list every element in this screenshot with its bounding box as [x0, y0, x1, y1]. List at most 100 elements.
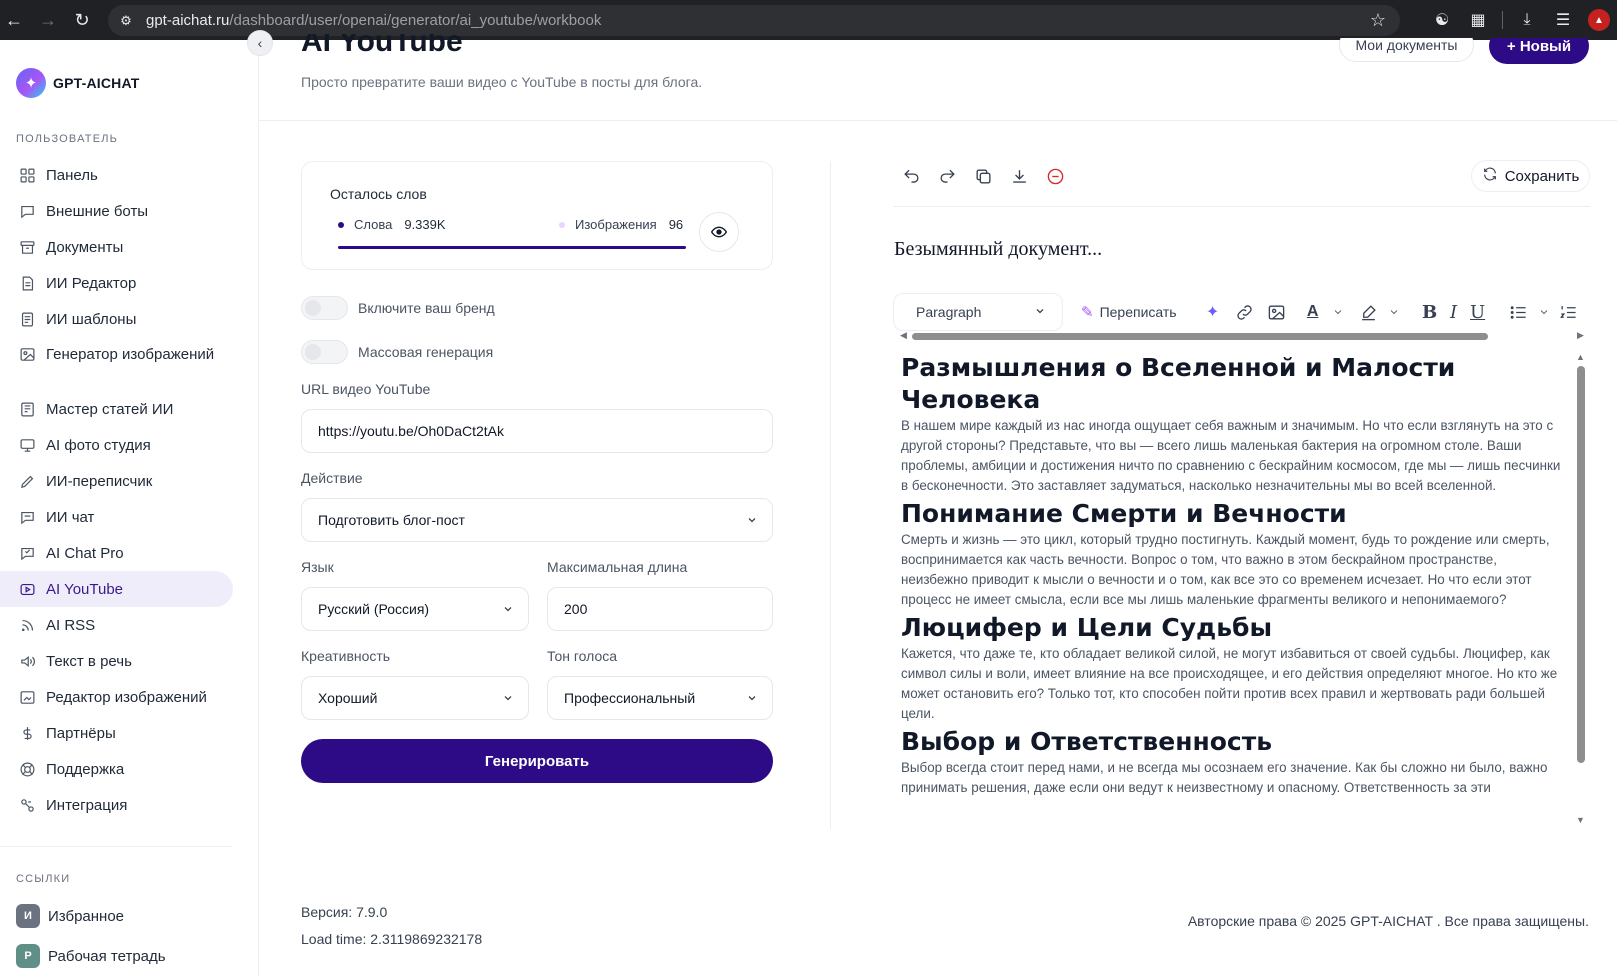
chevron-down-icon[interactable]: [1385, 297, 1403, 327]
action-select[interactable]: Подготовить блог-пост: [301, 498, 773, 542]
rewrite-button[interactable]: ✎ Переписать: [1081, 303, 1177, 321]
image-insert-icon[interactable]: [1261, 297, 1293, 327]
eye-icon[interactable]: [699, 212, 739, 252]
sidebar-item[interactable]: ИИ шаблоны: [0, 301, 233, 337]
brand-toggle[interactable]: [301, 296, 348, 320]
sidebar-item[interactable]: Панель: [0, 157, 233, 193]
words-remaining-card: Осталось слов Слова 9.339K Изображения 9…: [301, 161, 773, 270]
formatting-bar: Paragraph ✎ Переписать ✦ A B I U: [893, 292, 1590, 332]
redo-icon[interactable]: [929, 161, 965, 191]
sidebar-item[interactable]: AI фото студия: [0, 427, 233, 463]
sidebar-item-label: AI YouTube: [46, 580, 124, 598]
text-color-icon[interactable]: A: [1297, 297, 1329, 327]
bookmark-star-icon[interactable]: ☆: [1370, 10, 1386, 31]
save-button[interactable]: Сохранить: [1471, 160, 1590, 192]
copyright-text: Авторские права © 2025 GPT-AICHAT . Все …: [1187, 913, 1589, 929]
numbered-list-icon[interactable]: [1553, 297, 1585, 327]
sidebar-item[interactable]: AI YouTube: [0, 571, 233, 607]
profile-icon[interactable]: ▲: [1581, 6, 1617, 34]
sidebar-item-label: Панель: [46, 166, 98, 184]
scroll-down-arrow[interactable]: ▼: [1576, 815, 1585, 825]
link-favorites[interactable]: И Избранное: [16, 904, 124, 928]
words-label: Слова: [354, 217, 393, 232]
link-icon[interactable]: [1229, 297, 1261, 327]
ai-sparkle-icon[interactable]: ✦: [1197, 297, 1229, 327]
sidebar-item[interactable]: Текст в речь: [0, 643, 233, 679]
bold-icon[interactable]: B: [1417, 297, 1443, 327]
translate-icon[interactable]: ☯: [1424, 6, 1460, 34]
sidebar-item[interactable]: Партнёры: [0, 715, 233, 751]
sidebar-item[interactable]: Интеграция: [0, 787, 233, 823]
sidebar-item-label: ИИ-переписчик: [46, 472, 153, 490]
sidebar-item[interactable]: AI Chat Pro: [0, 535, 233, 571]
max-length-input[interactable]: 200: [547, 587, 773, 631]
section-paragraph: Выбор всегда стоит перед нами, и не всег…: [901, 760, 1548, 795]
save-label: Сохранить: [1504, 167, 1580, 185]
horizontal-scrollbar[interactable]: [912, 333, 1488, 340]
highlight-icon[interactable]: [1353, 297, 1385, 327]
sparkle-logo-icon: ✦: [16, 68, 46, 98]
sidebar-item[interactable]: AI RSS: [0, 607, 233, 643]
collapse-sidebar-button[interactable]: ‹: [247, 30, 273, 56]
url-text[interactable]: gpt-aichat.ru/dashboard/user/openai/gene…: [146, 12, 601, 29]
forward-icon[interactable]: →: [34, 6, 62, 34]
words-usage: Слова 9.339K: [338, 217, 446, 232]
bulk-toggle-label: Массовая генерация: [358, 344, 494, 360]
chevron-left-icon: ‹: [257, 35, 263, 51]
sidebar-item[interactable]: Мастер статей ИИ: [0, 391, 233, 427]
lifebuoy-icon: [18, 760, 36, 778]
scroll-right-arrow[interactable]: ▶: [1577, 330, 1584, 341]
media-icon[interactable]: ☰: [1545, 6, 1581, 34]
reload-icon[interactable]: ↻: [68, 6, 96, 34]
download-doc-icon[interactable]: [1001, 161, 1037, 191]
sidebar-item[interactable]: ИИ Редактор: [0, 265, 233, 301]
bullet-list-icon[interactable]: [1503, 297, 1535, 327]
site-info-icon[interactable]: ⚙: [112, 7, 140, 35]
sidebar-item[interactable]: Документы: [0, 229, 233, 265]
link-workbook[interactable]: Р Рабочая тетрадь: [16, 944, 166, 968]
creativity-select[interactable]: Хороший: [301, 676, 529, 720]
youtube-url-input[interactable]: https://youtu.be/Oh0DaCt2tAk: [301, 409, 773, 453]
download-icon[interactable]: ⤓: [1509, 6, 1545, 34]
page-subtitle: Просто превратите ваши видео с YouTube в…: [301, 74, 703, 90]
document-title-input[interactable]: Безымянный документ...: [894, 238, 1102, 261]
undo-icon[interactable]: [893, 161, 929, 191]
delete-icon[interactable]: [1037, 161, 1073, 191]
sidebar-item[interactable]: ИИ-переписчик: [0, 463, 233, 499]
url-value: https://youtu.be/Oh0DaCt2tAk: [318, 423, 504, 439]
sidebar-item[interactable]: Поддержка: [0, 751, 233, 787]
vertical-scrollbar[interactable]: [1577, 366, 1585, 763]
sidebar-item-label: ИИ шаблоны: [46, 310, 137, 328]
scroll-up-arrow[interactable]: ▲: [1576, 352, 1585, 362]
paragraph-style-select[interactable]: Paragraph: [893, 293, 1063, 331]
brand-logo[interactable]: ✦ GPT-AICHAT: [16, 68, 140, 98]
tone-select[interactable]: Профессиональный: [547, 676, 773, 720]
brand-toggle-row[interactable]: Включите ваш бренд: [301, 296, 495, 320]
sidebar-item-label: AI фото студия: [46, 436, 151, 454]
extensions-icon[interactable]: ▦: [1460, 6, 1496, 34]
speaker-icon: [18, 652, 36, 670]
bulk-toggle[interactable]: [301, 340, 348, 364]
language-label: Язык: [301, 559, 334, 575]
sidebar-item-label: ИИ чат: [46, 508, 95, 526]
sidebar-item[interactable]: Внешние боты: [0, 193, 233, 229]
sidebar-item[interactable]: Редактор изображений: [0, 679, 233, 715]
sidebar-item-label: Редактор изображений: [46, 688, 207, 706]
chevron-down-icon[interactable]: [1329, 297, 1347, 327]
sidebar-item[interactable]: ИИ чат: [0, 499, 233, 535]
integration-icon: [18, 796, 36, 814]
italic-icon[interactable]: I: [1443, 297, 1465, 327]
chevron-down-icon[interactable]: [1535, 297, 1553, 327]
generate-button[interactable]: Генерировать: [301, 739, 773, 783]
sidebar-item[interactable]: Генератор изображений: [0, 337, 233, 391]
editor-content[interactable]: Размышления о Вселенной и Малости Челове…: [901, 352, 1561, 822]
address-bar[interactable]: ⚙ gpt-aichat.ru/dashboard/user/openai/ge…: [108, 5, 1400, 36]
bulk-toggle-row[interactable]: Массовая генерация: [301, 340, 493, 364]
copy-icon[interactable]: [965, 161, 1001, 191]
language-select[interactable]: Русский (Россия): [301, 587, 529, 631]
sidebar-menu: Панель Внешние боты Документы ИИ Редактор ИИ…: [0, 157, 259, 823]
underline-icon[interactable]: U: [1465, 297, 1491, 327]
chevron-down-icon: [502, 691, 514, 707]
back-icon[interactable]: ←: [0, 6, 28, 34]
scroll-left-arrow[interactable]: ◀: [900, 330, 907, 341]
